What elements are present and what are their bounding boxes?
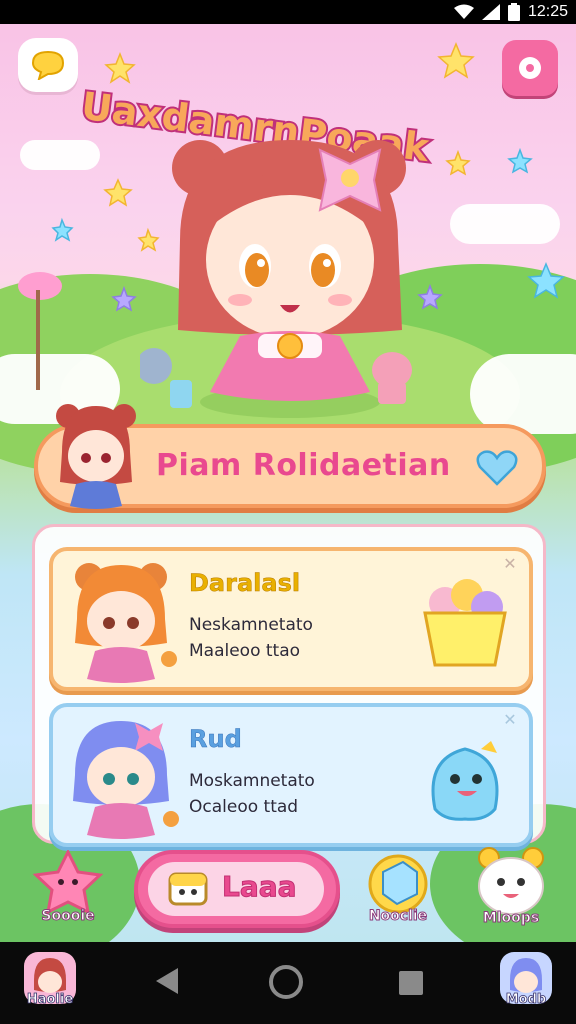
system-nav-bar: Haolie Modb	[0, 942, 576, 1024]
featured-label: Piam Rolidaetian	[156, 448, 451, 483]
cupcake-icon	[423, 579, 507, 667]
character-avatar	[73, 721, 179, 839]
home-icon[interactable]	[268, 964, 304, 1000]
character-card[interactable]: Daralasl Neskamnetato Maaleoo ttao ✕	[49, 547, 533, 691]
character-avatar	[75, 563, 177, 683]
banner-avatar	[56, 404, 136, 509]
nav-app-left-label: Haolie	[26, 992, 74, 1008]
bottom-left-item[interactable]: Soooie	[30, 850, 106, 925]
bottom-right-item[interactable]: Nooclie	[360, 850, 436, 925]
bottom-far-right-label: Mloops	[482, 910, 540, 927]
pet-friend-icon	[478, 847, 544, 915]
chat-bubble-icon	[31, 50, 65, 80]
mascot-character	[140, 140, 412, 418]
character-detail: Ocaleoo ttad	[189, 797, 299, 817]
main-action-button[interactable]: Laaa	[134, 850, 340, 928]
bottom-left-label: Soooie	[41, 908, 95, 925]
back-icon[interactable]	[154, 966, 180, 996]
battery-icon	[507, 3, 520, 21]
main-action-label: Laaa	[222, 870, 298, 904]
wifi-icon	[453, 4, 474, 19]
bottom-far-right-item[interactable]: Mloops	[466, 846, 556, 927]
character-detail: Maaleoo ttao	[189, 641, 301, 661]
ghost-pet-icon	[431, 741, 499, 821]
chat-button[interactable]	[18, 38, 78, 92]
heart-icon	[476, 450, 518, 486]
settings-button[interactable]	[502, 40, 558, 96]
status-time: 12:25	[527, 3, 568, 20]
pet-box-icon	[168, 872, 208, 906]
character-card[interactable]: Rud Moskamnetato Ocaleoo ttad ✕	[49, 703, 533, 847]
settings-icon	[519, 57, 541, 79]
nav-app-left[interactable]: Haolie	[18, 950, 82, 1018]
character-name: Rud	[189, 725, 242, 754]
recent-apps-icon[interactable]	[398, 970, 424, 996]
featured-banner[interactable]: Piam Rolidaetian	[34, 404, 546, 509]
character-detail: Moskamnetato	[189, 771, 315, 791]
game-screen: UaxdamrnPoaak Piam Rolidaetian Daralasl …	[0, 24, 576, 942]
character-detail: Neskamnetato	[189, 615, 313, 635]
character-name: Daralasl	[189, 569, 301, 598]
close-icon[interactable]: ✕	[501, 555, 519, 573]
bottom-right-label: Nooclie	[368, 908, 428, 925]
nav-app-right[interactable]: Modb	[494, 950, 558, 1018]
character-list-panel: Daralasl Neskamnetato Maaleoo ttao ✕ Rud…	[32, 524, 546, 847]
status-bar: 12:25	[0, 0, 576, 24]
gem-box-icon	[368, 854, 428, 914]
signal-icon	[481, 4, 500, 20]
close-icon[interactable]: ✕	[501, 711, 519, 729]
nav-app-right-label: Modb	[505, 992, 547, 1008]
star-pet-icon	[33, 850, 103, 914]
